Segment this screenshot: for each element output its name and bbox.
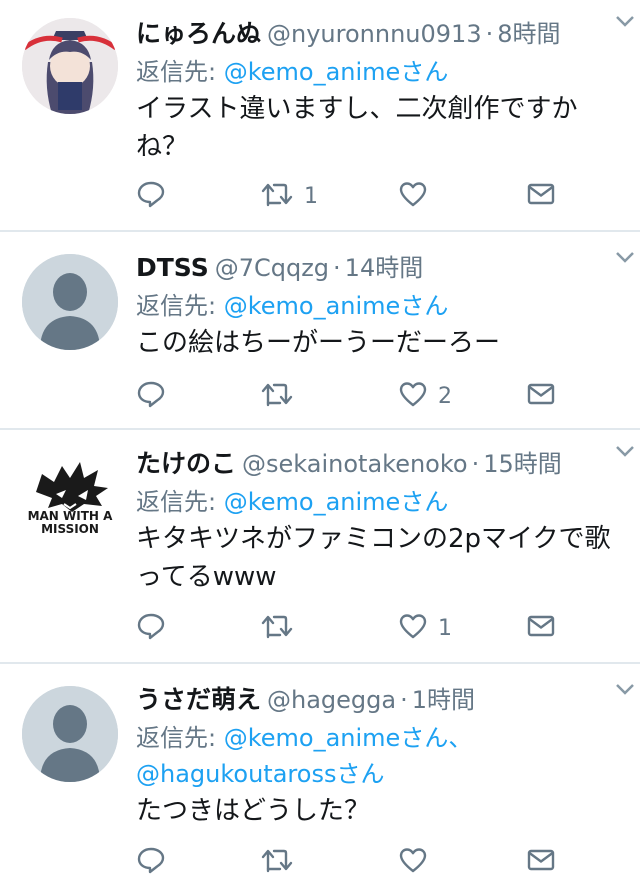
heart-icon (398, 611, 428, 645)
retweet-icon (260, 611, 294, 645)
separator-dot: · (471, 450, 480, 478)
like-button[interactable] (398, 842, 438, 882)
retweet-icon (260, 179, 294, 213)
like-count: 2 (438, 383, 452, 409)
display-name[interactable]: たけのこ (136, 449, 236, 478)
envelope-icon (526, 611, 556, 645)
user-handle[interactable]: @7Cqqzg (215, 254, 329, 282)
envelope-icon (526, 179, 556, 213)
avatar[interactable] (22, 254, 118, 350)
tweet[interactable]: DTSS @7Cqqzg · 14時間 返信先: @kemo_animeさん この絵は… (0, 232, 640, 430)
display-name[interactable]: にゅろんぬ (136, 19, 261, 48)
chevron-down-icon[interactable] (614, 10, 636, 32)
reply-context: 返信先: @kemo_animeさん (136, 484, 622, 520)
separator-dot: · (400, 686, 408, 714)
user-handle[interactable]: @nyuronnnu0913 (267, 20, 482, 48)
mention-link[interactable]: @kemo_animeさん (224, 58, 449, 86)
default-profile-icon (22, 254, 118, 350)
tweet-content: にゅろんぬ @nyuronnnu0913 · 8時間 返信先: @kemo_anime… (136, 14, 622, 166)
tweet-feed: にゅろんぬ @nyuronnnu0913 · 8時間 返信先: @kemo_anime… (0, 0, 640, 896)
tweet-actions (136, 842, 576, 882)
retweet-button[interactable] (260, 608, 304, 648)
tweet-actions: 2 (136, 376, 576, 416)
chevron-down-icon[interactable] (614, 678, 636, 700)
tweet[interactable]: にゅろんぬ @nyuronnnu0913 · 8時間 返信先: @kemo_anime… (0, 0, 640, 232)
like-button[interactable]: 2 (398, 376, 452, 416)
reply-button[interactable] (136, 842, 176, 882)
heart-icon (398, 179, 428, 213)
tweet-text: イラスト違いますし、二次創作ですかね？ (136, 94, 578, 162)
avatar-caption: MAN WITH A MISSION (22, 510, 118, 536)
timestamp[interactable]: 15時間 (483, 450, 562, 478)
share-dm-button[interactable] (526, 608, 556, 648)
reply-button[interactable] (136, 176, 176, 216)
display-name[interactable]: うさだ萌え (136, 685, 261, 714)
reply-icon (136, 179, 166, 213)
tweet-content: たけのこ @sekainotakenoko · 15時間 返信先: @kemo_ani… (136, 444, 622, 596)
like-button[interactable] (398, 176, 438, 216)
tweet-text: たつきはどうした？ (136, 796, 371, 826)
envelope-icon (526, 845, 556, 879)
tweet-actions: 1 (136, 608, 576, 648)
share-dm-button[interactable] (526, 376, 556, 416)
heart-icon (398, 845, 428, 879)
display-name[interactable]: DTSS (136, 253, 209, 282)
retweet-button[interactable] (260, 376, 304, 416)
tweet-text: キタキツネがファミコンの2pマイクで歌ってるwww (136, 524, 611, 592)
tweet-content: DTSS @7Cqqzg · 14時間 返信先: @kemo_animeさん この絵は… (136, 248, 622, 362)
mention-link[interactable]: @kemo_animeさん (224, 292, 449, 320)
avatar-logo-line-2: MISSION (41, 522, 99, 536)
timestamp[interactable]: 14時間 (345, 254, 424, 282)
share-dm-button[interactable] (526, 176, 556, 216)
separator-dot: · (485, 20, 494, 48)
like-count: 1 (438, 615, 452, 641)
tweet[interactable]: うさだ萌え @hagegga · 1時間 返信先: @kemo_animeさん、 @h… (0, 664, 640, 896)
timestamp[interactable]: 8時間 (497, 20, 560, 48)
user-handle[interactable]: @hagegga (267, 686, 396, 714)
retweet-button[interactable] (260, 842, 304, 882)
reply-label: 返信先: (136, 488, 224, 516)
reply-context: 返信先: @kemo_animeさん、 @hagukoutarossさん (136, 720, 622, 792)
avatar[interactable] (22, 18, 118, 114)
retweet-count: 1 (304, 183, 318, 209)
retweet-icon (260, 379, 294, 413)
avatar[interactable] (22, 686, 118, 782)
user-handle[interactable]: @sekainotakenoko (242, 450, 468, 478)
tweet-header: うさだ萌え @hagegga · 1時間 (136, 680, 622, 720)
chevron-down-icon[interactable] (614, 246, 636, 268)
like-button[interactable]: 1 (398, 608, 452, 648)
mention-link[interactable]: @hagukoutarossさん (136, 760, 384, 788)
envelope-icon (526, 379, 556, 413)
tweet-text: この絵はちーがーうーだーろー (136, 328, 501, 358)
reply-label: 返信先: (136, 292, 224, 320)
reply-icon (136, 379, 166, 413)
reply-label: 返信先: (136, 58, 224, 86)
mention-separator: 、 (448, 724, 473, 752)
tweet-header: たけのこ @sekainotakenoko · 15時間 (136, 444, 622, 484)
heart-icon (398, 379, 428, 413)
reply-button[interactable] (136, 608, 176, 648)
avatar-image (22, 18, 118, 114)
timestamp[interactable]: 1時間 (412, 686, 475, 714)
mention-link[interactable]: @kemo_animeさん (224, 488, 449, 516)
chevron-down-icon[interactable] (614, 440, 636, 462)
reply-context: 返信先: @kemo_animeさん (136, 288, 622, 324)
default-profile-icon (22, 686, 118, 782)
reply-button[interactable] (136, 376, 176, 416)
reply-icon (136, 845, 166, 879)
retweet-button[interactable]: 1 (260, 176, 318, 216)
reply-icon (136, 611, 166, 645)
separator-dot: · (333, 254, 341, 282)
tweet-header: にゅろんぬ @nyuronnnu0913 · 8時間 (136, 14, 622, 54)
retweet-icon (260, 845, 294, 879)
tweet-content: うさだ萌え @hagegga · 1時間 返信先: @kemo_animeさん、 @h… (136, 680, 622, 830)
share-dm-button[interactable] (526, 842, 556, 882)
reply-label: 返信先: (136, 724, 224, 752)
tweet-actions: 1 (136, 176, 576, 216)
mention-link[interactable]: @kemo_animeさん (224, 724, 449, 752)
tweet-header: DTSS @7Cqqzg · 14時間 (136, 248, 622, 288)
reply-context: 返信先: @kemo_animeさん (136, 54, 622, 90)
tweet[interactable]: MAN WITH A MISSION たけのこ @sekainotakenoko ·… (0, 430, 640, 664)
